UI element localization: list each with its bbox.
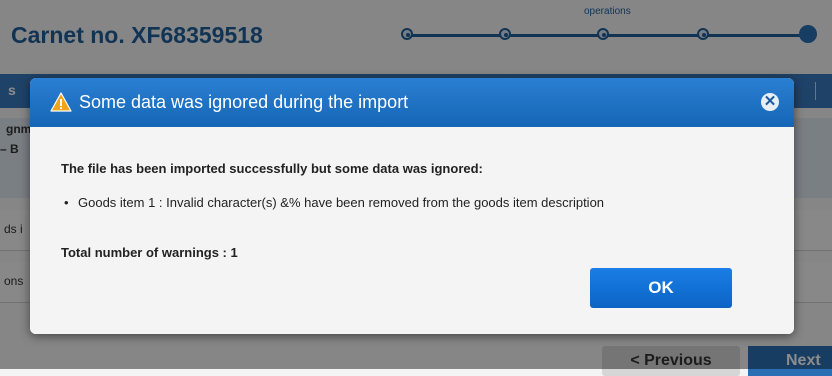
- warning-list: • Goods item 1 : Invalid character(s) &% …: [64, 195, 604, 210]
- close-icon[interactable]: ✕: [761, 93, 779, 111]
- warning-icon: [50, 92, 72, 112]
- ok-button[interactable]: OK: [590, 268, 732, 308]
- total-warnings: Total number of warnings : 1: [61, 245, 238, 260]
- import-warning-dialog: Some data was ignored during the import …: [30, 78, 794, 334]
- bullet-icon: •: [64, 195, 69, 210]
- message-heading: The file has been imported successfully …: [61, 161, 483, 176]
- dialog-body: The file has been imported successfully …: [30, 127, 794, 334]
- dialog-header: Some data was ignored during the import …: [30, 78, 794, 127]
- warning-item: Goods item 1 : Invalid character(s) &% h…: [78, 195, 605, 210]
- dialog-title: Some data was ignored during the import: [79, 92, 409, 112]
